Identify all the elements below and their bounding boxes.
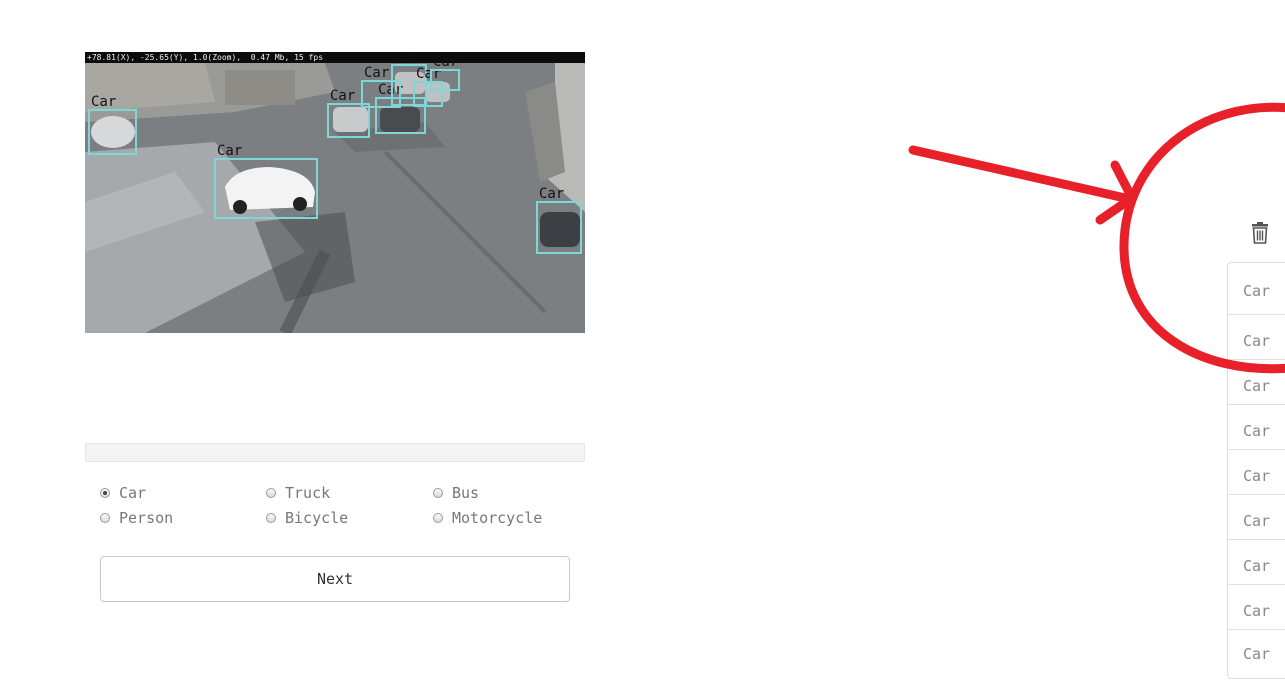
list-item[interactable]: Car	[1228, 540, 1285, 585]
class-option-label: Bus	[452, 484, 480, 502]
camera-status-bar: +78.81(X), -25.65(Y), 1.0(Zoom), 0.47 Mb…	[85, 52, 585, 63]
class-option-motorcycle[interactable]: Motorcycle	[433, 508, 542, 528]
label-list: Car Car Car Car Car Car Car Car Car	[1227, 262, 1285, 679]
detection-label: Car	[330, 88, 356, 104]
class-option-label: Person	[119, 509, 174, 527]
detection-box[interactable]: Car	[430, 54, 460, 91]
camera-view[interactable]: +78.81(X), -25.65(Y), 1.0(Zoom), 0.47 Mb…	[85, 52, 585, 333]
list-item[interactable]: Car	[1228, 450, 1285, 495]
radio-button[interactable]	[433, 513, 443, 523]
detection-label: Car	[91, 94, 117, 110]
detection-box[interactable]: Car	[536, 186, 582, 254]
list-item[interactable]: Car	[1228, 263, 1285, 315]
next-button[interactable]: Next	[100, 556, 570, 602]
class-option-car[interactable]: Car	[100, 483, 146, 503]
class-option-bicycle[interactable]: Bicycle	[266, 508, 348, 528]
radio-button[interactable]	[433, 488, 443, 498]
red-arrow-annotation	[908, 145, 1137, 225]
detection-label: Car	[364, 65, 390, 81]
class-option-label: Car	[119, 484, 147, 502]
detection-label: Car	[539, 186, 565, 202]
class-option-label: Bicycle	[285, 509, 349, 527]
list-item[interactable]: Car	[1228, 315, 1285, 360]
progress-bar	[85, 443, 585, 462]
class-option-label: Truck	[285, 484, 331, 502]
detection-box[interactable]: Car	[88, 94, 137, 155]
radio-button[interactable]	[266, 488, 276, 498]
radio-button[interactable]	[100, 513, 110, 523]
detection-label: Car	[217, 143, 243, 159]
class-options: Car Truck Bus Person Bicycle Motorcycle	[100, 483, 580, 533]
class-option-bus[interactable]: Bus	[433, 483, 479, 503]
detection-label: Car	[433, 54, 459, 70]
trash-icon[interactable]	[1250, 222, 1270, 244]
class-option-truck[interactable]: Truck	[266, 483, 330, 503]
class-option-label: Motorcycle	[452, 509, 543, 527]
detection-box[interactable]: Car	[214, 143, 318, 219]
detection-label: Car	[394, 52, 420, 65]
list-item[interactable]: Car	[1228, 495, 1285, 540]
list-item[interactable]: Car	[1228, 585, 1285, 630]
radio-button[interactable]	[100, 488, 110, 498]
detection-box[interactable]: Car	[327, 88, 370, 138]
list-item[interactable]: Car	[1228, 360, 1285, 405]
list-item[interactable]: Car	[1228, 630, 1285, 678]
list-item[interactable]: Car	[1228, 405, 1285, 450]
radio-button[interactable]	[266, 513, 276, 523]
class-option-person[interactable]: Person	[100, 508, 173, 528]
